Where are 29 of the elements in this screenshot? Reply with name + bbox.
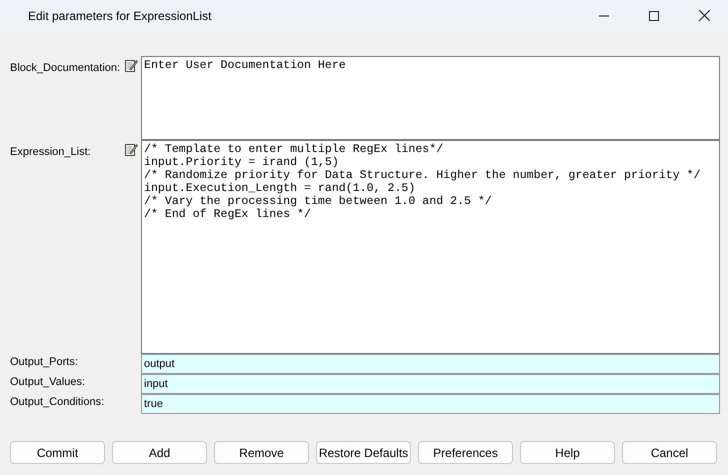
maximize-icon[interactable] (649, 10, 659, 20)
close-icon[interactable] (699, 10, 710, 21)
field-label: Block_Documentation: (10, 61, 122, 74)
input-field[interactable]: output (141, 354, 720, 374)
notepad-pencil-icon[interactable] (125, 59, 138, 72)
input-field[interactable]: true (141, 394, 720, 414)
field-label: Output_Values: (10, 375, 86, 390)
notepad-pencil-icon[interactable] (125, 143, 138, 156)
field-label: Output_Ports: (10, 355, 79, 370)
code-line: /* Template to enter multiple RegEx lines*/ (144, 143, 444, 156)
window-title: Edit parameters for ExpressionList (28, 8, 212, 24)
text-area[interactable] (141, 140, 720, 354)
code-line: input.Priority = irand (1,5) (144, 156, 340, 169)
field-label: Output_Conditions: (10, 395, 106, 410)
input-field[interactable]: input (141, 374, 720, 394)
code-line: input.Execution_Length = rand(1.0, 2.5) (144, 182, 416, 195)
dialog-button[interactable]: Add (112, 441, 207, 464)
code-line: /* End of RegEx lines */ (144, 208, 312, 221)
dialog-button[interactable]: Preferences (418, 441, 513, 464)
code-line: /* Randomize priority for Data Structure. Higher the number, greater priority */ (144, 169, 702, 182)
field-label: Expression_List: (10, 145, 92, 158)
code-line: /* Vary the processing time between 1.0 and 2.5 */ (144, 195, 493, 208)
dialog-button[interactable]: Cancel (622, 441, 717, 464)
dialog-button[interactable]: Help (520, 441, 615, 464)
code-line: Enter User Documentation Here (144, 59, 347, 72)
dialog-button[interactable]: Restore Defaults (316, 441, 411, 464)
dialog-button[interactable]: Commit (10, 441, 105, 464)
dialog-button[interactable]: Remove (214, 441, 309, 464)
text-area[interactable]: Enter User Documentation Here (141, 56, 720, 140)
